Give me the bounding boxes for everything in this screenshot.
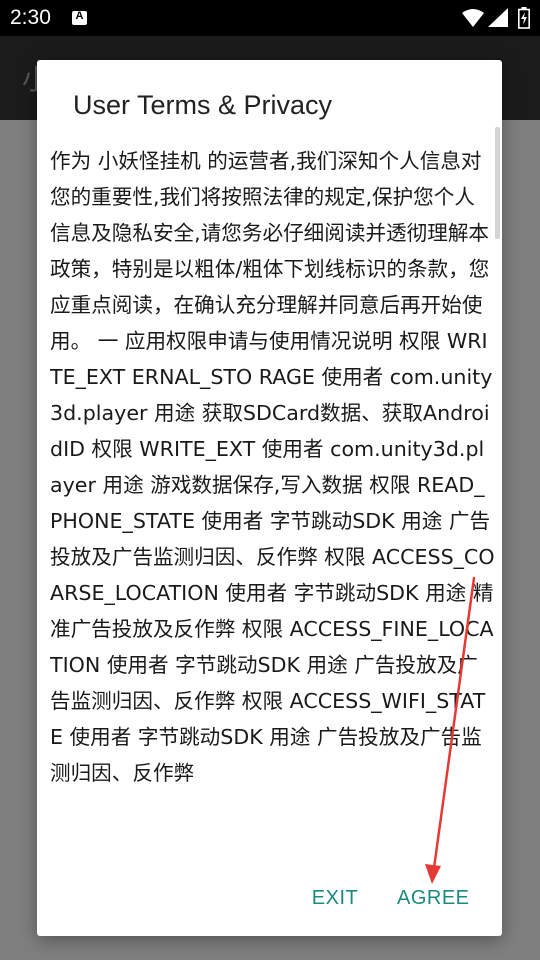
status-bar: 2:30 A [0,0,540,36]
wifi-icon [462,9,484,27]
scrollbar-thumb[interactable] [495,127,500,239]
agree-button[interactable]: AGREE [397,880,469,916]
notification-a-letter: A [75,10,84,22]
terms-dialog: User Terms & Privacy 作为 小妖怪挂机 的运营者,我们深知个… [37,60,502,936]
status-time: 2:30 [10,6,51,29]
notification-a-icon: A [72,10,87,25]
exit-button[interactable]: EXIT [305,880,365,916]
dialog-scroll-area[interactable]: 作为 小妖怪挂机 的运营者,我们深知个人信息对您的重要性,我们将按照法律的规定,… [50,140,495,915]
battery-icon [518,7,530,29]
dialog-body-text: 作为 小妖怪挂机 的运营者,我们深知个人信息对您的重要性,我们将按照法律的规定,… [50,149,495,785]
dialog-title: User Terms & Privacy [73,90,333,120]
screen: 2:30 A 小 User Terms & Privacy 作为 小妖怪挂机 的… [0,0,540,960]
signal-icon [488,8,508,27]
